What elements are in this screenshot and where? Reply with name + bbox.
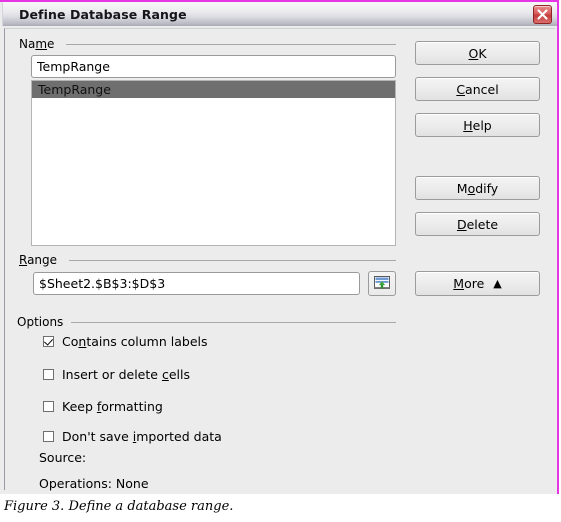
close-icon xyxy=(537,9,548,20)
figure-caption: Figure 3. Define a database range. xyxy=(4,499,234,514)
ok-button-label: OK xyxy=(468,45,487,61)
close-button[interactable] xyxy=(533,5,552,24)
ok-button[interactable]: OK xyxy=(415,41,540,65)
dialog-window: Define Database Range Name TempRange Ran… xyxy=(0,0,559,494)
name-group-rule xyxy=(66,44,396,45)
modify-button[interactable]: Modify xyxy=(415,176,540,200)
help-button[interactable]: Help xyxy=(415,113,540,137)
shrink-range-icon xyxy=(374,276,390,289)
cancel-button-label: Cancel xyxy=(456,81,499,97)
more-button[interactable]: More ▲ xyxy=(415,271,540,296)
name-listbox[interactable]: TempRange xyxy=(31,80,396,246)
checkbox-label: Contains column labels xyxy=(62,334,208,349)
shrink-range-button[interactable] xyxy=(368,271,396,296)
checkbox-label: Insert or delete cells xyxy=(62,367,190,382)
range-input[interactable] xyxy=(33,272,360,295)
delete-button-label: Delete xyxy=(456,216,499,232)
checkbox-icon[interactable] xyxy=(43,401,54,412)
checkbox-row[interactable]: Keep formatting xyxy=(43,399,163,414)
modify-button-label: Modify xyxy=(456,180,499,196)
source-text: Source: xyxy=(39,450,87,465)
operations-text: Operations: None xyxy=(39,476,149,491)
more-button-label: More xyxy=(453,276,485,291)
window-title: Define Database Range xyxy=(19,7,187,22)
cancel-button[interactable]: Cancel xyxy=(415,77,540,101)
collapse-up-arrow-icon: ▲ xyxy=(493,277,502,290)
title-bar: Define Database Range xyxy=(2,2,557,26)
checkbox-row[interactable]: Contains column labels xyxy=(43,334,208,349)
options-group-rule xyxy=(71,322,396,323)
checkbox-row[interactable]: Insert or delete cells xyxy=(43,367,190,382)
list-item[interactable]: TempRange xyxy=(32,81,395,98)
checkbox-icon[interactable] xyxy=(43,431,54,442)
name-input[interactable] xyxy=(31,55,396,78)
dialog-content: Name TempRange Range Options Contains co… xyxy=(4,28,555,491)
checkbox-checked-icon[interactable] xyxy=(43,336,54,347)
help-button-label: Help xyxy=(463,117,492,133)
checkbox-label: Don't save imported data xyxy=(62,429,222,444)
delete-button[interactable]: Delete xyxy=(415,212,540,236)
name-group-label: Name xyxy=(19,37,60,51)
checkbox-row[interactable]: Don't save imported data xyxy=(43,429,222,444)
checkbox-icon[interactable] xyxy=(43,369,54,380)
checkbox-label: Keep formatting xyxy=(62,399,163,414)
range-group-rule xyxy=(69,260,396,261)
range-group-label: Range xyxy=(19,253,63,267)
options-group-label: Options xyxy=(17,315,69,329)
